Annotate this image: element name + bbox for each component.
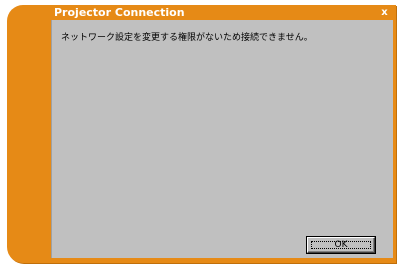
projector-connection-dialog: Projector Connection x ネットワーク設定を変更する権限がな… xyxy=(7,5,396,263)
dialog-content: ネットワーク設定を変更する権限がないため接続できません。 OK xyxy=(51,20,393,258)
ok-button-label: OK xyxy=(334,240,348,250)
ok-button[interactable]: OK xyxy=(307,237,375,253)
dialog-title: Projector Connection xyxy=(54,6,185,19)
title-bar[interactable]: Projector Connection x xyxy=(7,5,396,20)
close-icon[interactable]: x xyxy=(379,5,390,20)
error-message: ネットワーク設定を変更する権限がないため接続できません。 xyxy=(61,33,313,43)
